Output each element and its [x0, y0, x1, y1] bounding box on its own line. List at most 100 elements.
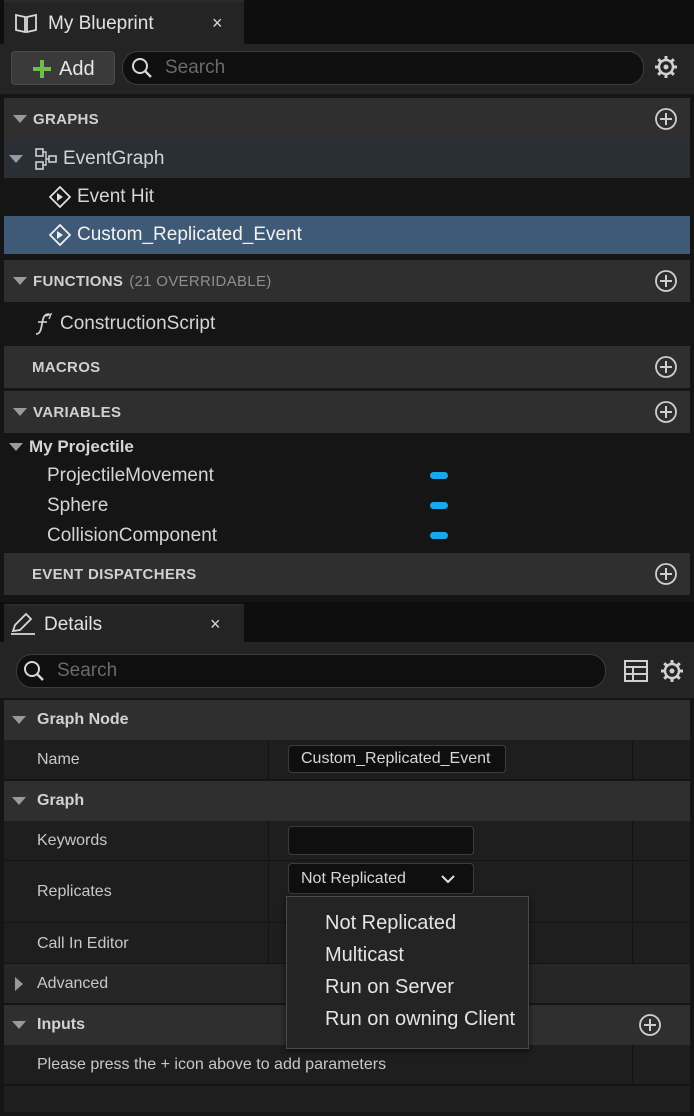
blueprint-toolbar: Add	[0, 44, 694, 94]
details-bottom-fill	[4, 1086, 690, 1112]
property-label: Replicates	[37, 883, 112, 900]
tree-item-event-hit[interactable]: Event Hit	[4, 178, 690, 216]
property-label: Keywords	[37, 832, 108, 849]
section-functions-title: FUNCTIONS	[33, 272, 124, 290]
section-macros[interactable]: MACROS	[4, 346, 690, 388]
variable-label: CollisionComponent	[47, 525, 218, 546]
column-divider	[632, 740, 633, 779]
blueprint-search[interactable]	[122, 51, 644, 85]
keywords-field[interactable]	[288, 826, 474, 855]
add-circle-icon[interactable]	[654, 107, 678, 131]
search-icon	[131, 57, 153, 79]
column-divider	[268, 821, 269, 860]
variable-category-my-projectile[interactable]: My Projectile	[4, 433, 690, 461]
gear-icon[interactable]	[660, 659, 684, 683]
collapse-arrow-icon	[9, 443, 23, 451]
details-search[interactable]	[16, 654, 606, 688]
add-circle-icon[interactable]	[654, 562, 678, 586]
column-divider	[268, 740, 269, 779]
variable-type-pill	[430, 532, 448, 539]
section-graphs[interactable]: GRAPHS	[4, 98, 690, 140]
blueprint-tab-bar: My Blueprint ×	[0, 0, 694, 44]
dropdown-option-run-on-server[interactable]: Run on Server	[287, 971, 528, 1003]
add-circle-icon[interactable]	[638, 1013, 662, 1037]
column-divider	[632, 923, 633, 963]
book-icon	[14, 12, 38, 34]
details-search-input[interactable]	[57, 660, 605, 682]
dropdown-option-not-replicated[interactable]: Not Replicated	[287, 907, 528, 939]
property-label: Call In Editor	[37, 935, 129, 952]
replicates-combo-value: Not Replicated	[301, 869, 406, 887]
add-button[interactable]: Add	[11, 51, 115, 85]
inputs-hint-text: Please press the + icon above to add par…	[37, 1056, 387, 1073]
close-icon[interactable]: ×	[212, 13, 223, 34]
pencil-icon	[10, 612, 36, 636]
variable-row[interactable]: Sphere	[4, 491, 690, 521]
column-divider	[632, 821, 633, 860]
variable-label: Sphere	[47, 495, 109, 516]
chevron-down-icon	[441, 874, 455, 884]
tree-item-custom-replicated-event[interactable]: Custom_Replicated_Event	[4, 216, 690, 254]
add-circle-icon[interactable]	[654, 400, 678, 424]
section-graph-node-title: Graph Node	[37, 711, 129, 728]
variable-type-pill	[430, 502, 448, 509]
section-inputs-title: Inputs	[37, 1016, 85, 1033]
collapse-arrow-icon	[12, 797, 26, 805]
event-diamond-icon	[49, 186, 71, 208]
add-circle-icon[interactable]	[654, 269, 678, 293]
collapse-arrow-icon	[12, 716, 26, 724]
property-row-keywords: Keywords	[4, 821, 690, 861]
variable-type-pill	[430, 472, 448, 479]
collapse-arrow-icon	[12, 1021, 26, 1029]
section-graphs-title: GRAPHS	[33, 110, 99, 128]
section-event-dispatchers-title: EVENT DISPATCHERS	[32, 565, 197, 583]
property-label: Advanced	[37, 975, 109, 992]
collapse-arrow-icon	[13, 277, 27, 285]
tree-item-eventgraph[interactable]: EventGraph	[4, 140, 690, 178]
tree-item-label: Custom_Replicated_Event	[77, 224, 302, 245]
search-icon	[23, 660, 45, 682]
variable-row[interactable]: ProjectileMovement	[4, 461, 690, 491]
expand-arrow-icon	[15, 977, 23, 991]
blueprint-search-input[interactable]	[165, 57, 643, 79]
details-tab-bar: Details ×	[0, 602, 694, 642]
close-icon[interactable]: ×	[210, 614, 221, 635]
property-row-inputs-hint: Please press the + icon above to add par…	[4, 1045, 690, 1085]
section-event-dispatchers[interactable]: EVENT DISPATCHERS	[4, 553, 690, 595]
variable-label: ProjectileMovement	[47, 465, 214, 486]
section-variables[interactable]: VARIABLES	[4, 391, 690, 433]
variable-row[interactable]: CollisionComponent	[4, 521, 690, 551]
event-diamond-icon	[49, 224, 71, 246]
tab-title: My Blueprint	[48, 13, 154, 34]
tree-item-constructionscript[interactable]: ConstructionScript	[4, 305, 690, 343]
tree-item-label: EventGraph	[63, 148, 165, 169]
column-divider	[632, 1045, 633, 1084]
name-field[interactable]: Custom_Replicated_Event	[288, 745, 506, 773]
replicates-dropdown-menu: Not Replicated Multicast Run on Server R…	[286, 896, 529, 1049]
column-divider	[632, 861, 633, 922]
section-graph-title: Graph	[37, 792, 85, 809]
section-graph[interactable]: Graph	[4, 781, 690, 821]
replicates-combo[interactable]: Not Replicated	[288, 863, 474, 894]
graph-icon	[35, 148, 57, 170]
section-functions[interactable]: FUNCTIONS (21 OVERRIDABLE)	[4, 260, 690, 302]
gear-icon[interactable]	[654, 55, 678, 79]
tree-item-label: ConstructionScript	[60, 313, 216, 334]
table-view-icon[interactable]	[624, 660, 648, 682]
dropdown-option-run-on-owning-client[interactable]: Run on owning Client	[287, 1003, 528, 1035]
column-divider	[268, 923, 269, 963]
details-toolbar	[0, 642, 694, 698]
function-icon	[32, 312, 54, 336]
section-graph-node[interactable]: Graph Node	[4, 700, 690, 740]
add-circle-icon[interactable]	[654, 355, 678, 379]
collapse-arrow-icon	[13, 115, 27, 123]
variable-category-label: My Projectile	[29, 437, 134, 456]
add-button-label: Add	[59, 58, 95, 80]
tree-item-label: Event Hit	[77, 186, 155, 207]
plus-icon	[32, 59, 52, 79]
section-functions-subtitle: (21 OVERRIDABLE)	[129, 272, 272, 290]
collapse-arrow-icon	[13, 408, 27, 416]
tab-details[interactable]: Details ×	[4, 604, 244, 642]
tab-my-blueprint[interactable]: My Blueprint ×	[4, 0, 244, 44]
dropdown-option-multicast[interactable]: Multicast	[287, 939, 528, 971]
